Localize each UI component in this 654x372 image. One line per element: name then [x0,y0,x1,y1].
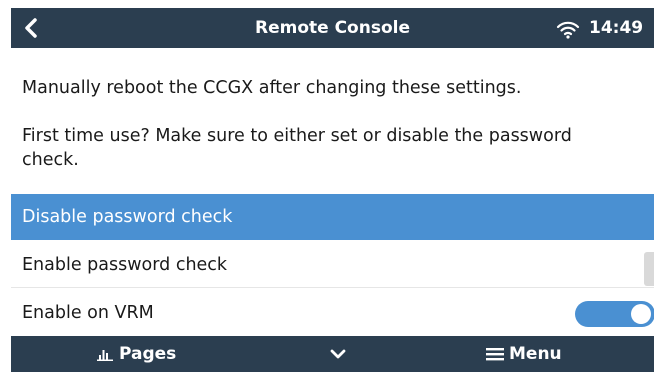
bar-chart-icon [97,350,113,361]
menu-button[interactable]: Menu [486,336,562,372]
remote-console-screen: Remote Console 14:49 Manually reboot the… [11,8,654,372]
reboot-notice: Manually reboot the CCGX after changing … [22,78,522,98]
menu-item-label: Enable on VRM [22,303,154,323]
menu-item-disable-password-check[interactable]: Disable password check [11,194,654,240]
pages-label: Pages [119,344,177,364]
enable-on-vrm-toggle[interactable] [575,301,654,327]
hamburger-icon [486,348,504,361]
header-bar: Remote Console 14:49 [11,8,654,48]
menu-item-enable-on-vrm[interactable]: Enable on VRM [11,290,654,336]
menu-label: Menu [509,344,562,364]
menu-item-enable-password-check[interactable]: Enable password check [11,242,654,288]
wifi-icon [556,21,580,39]
pages-button[interactable]: Pages [97,336,176,372]
scrollbar-thumb[interactable] [644,252,654,286]
first-time-notice: First time use? Make sure to either set … [22,126,572,170]
footer-bar: Pages Menu [11,336,654,372]
menu-item-label: Disable password check [22,207,233,227]
toggle-knob [631,304,651,324]
menu-item-label: Enable password check [22,255,228,275]
chevron-down-icon[interactable] [328,344,348,364]
clock: 14:49 [589,18,644,38]
